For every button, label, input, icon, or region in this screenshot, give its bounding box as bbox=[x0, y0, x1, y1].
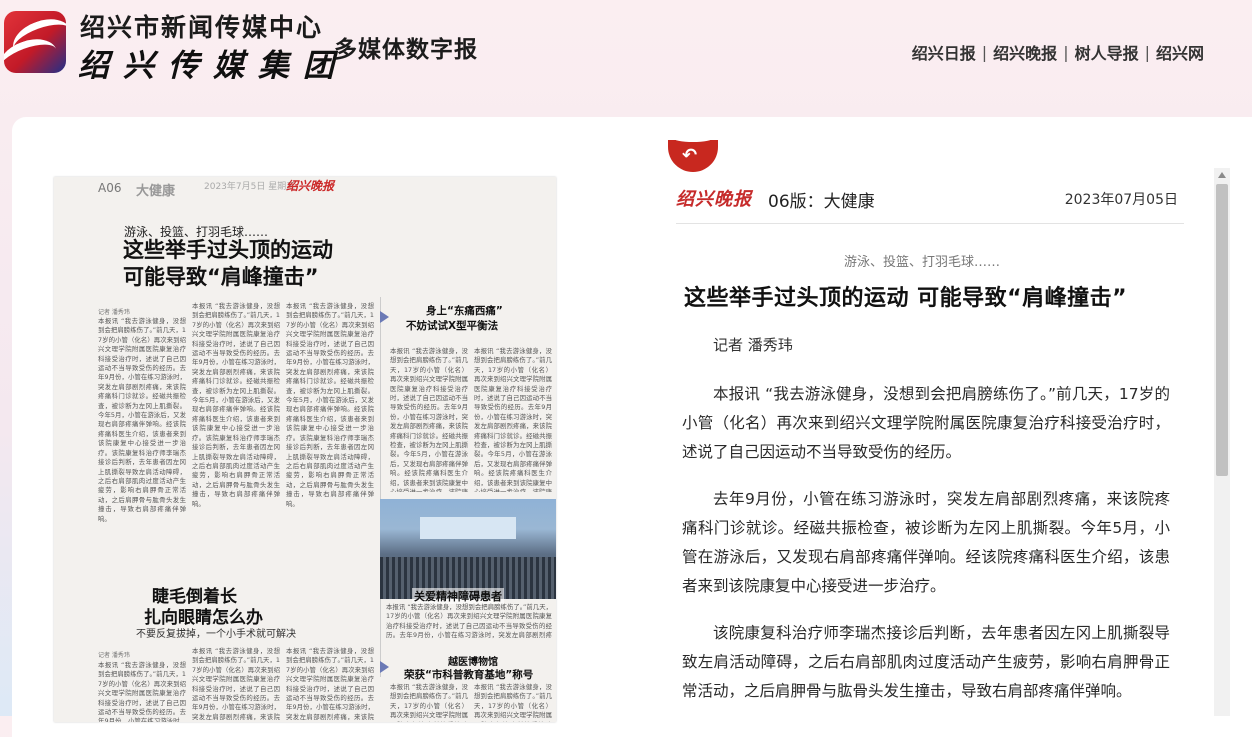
nav-shuren-daobao[interactable]: 树人导报 bbox=[1075, 40, 1139, 64]
nav-separator: | bbox=[1063, 42, 1069, 62]
edition-date: 2023年07月05日 bbox=[1064, 192, 1178, 208]
nav-shaoxing-evening[interactable]: 绍兴晚报 bbox=[993, 40, 1057, 64]
top-nav: 绍兴日报 | 绍兴晚报 | 树人导报 | 绍兴网 bbox=[912, 40, 1204, 64]
scroll-up-icon[interactable] bbox=[1218, 172, 1226, 178]
page-section-label: 大健康 bbox=[136, 184, 176, 199]
article-scrollbar[interactable] bbox=[1214, 168, 1230, 716]
page-mini-logo: 绍兴晚报 bbox=[286, 179, 335, 193]
story2-column-2[interactable]: 本报讯 “我去游泳健身，没想到会把肩膀练伤了。”前几天，17岁的小管（化名）再次… bbox=[192, 647, 280, 722]
page-number: A06 bbox=[98, 181, 122, 195]
article-paragraph: 该院康复科治疗师李瑞杰接诊后判断，去年患者因左冈上肌撕裂导致左肩活动障碍，之后右… bbox=[682, 624, 1170, 700]
page-byline-1: 记者 潘秀玮 bbox=[98, 309, 130, 316]
story2-subheadline[interactable]: 不要反复拔掉，一个小手术就可解决 bbox=[136, 625, 296, 640]
story2-column-1[interactable]: 本报讯 “我去游泳健身，没想到会把肩膀练伤了。”前几天，17岁的小管（化名）再次… bbox=[98, 661, 186, 722]
article-body: 本报讯 “我去游泳健身，没想到会把肩膀练伤了。”前几天，17岁的小管（化名）再次… bbox=[682, 380, 1170, 724]
side2-headline-line2[interactable]: 荣获“市科普教育基地”称号 bbox=[404, 667, 533, 682]
photo-caption: 关爱精神障碍患者 bbox=[412, 588, 504, 604]
conference-photo[interactable] bbox=[380, 499, 556, 599]
media-group-logo-icon[interactable] bbox=[4, 11, 66, 73]
side2-column-2[interactable]: 本报讯 “我去游泳健身，没想到会把肩膀练伤了。”前几天，17岁的小管（化名）再次… bbox=[474, 683, 552, 722]
page-date-strip: 2023年7月5日 星期三 bbox=[204, 182, 296, 192]
side1-arrow-icon bbox=[380, 311, 389, 323]
article-paragraph: 去年9月份，小管在练习游泳时，突发左肩部剧烈疼痛，来该院疼痛科门诊就诊。经磁共振… bbox=[682, 490, 1170, 595]
page-byline-2: 记者 潘秀玮 bbox=[98, 652, 130, 659]
back-button[interactable]: ↶ bbox=[668, 134, 718, 172]
photo-caption-text: 本报讯 “我去游泳健身，没想到会把肩膀练伤了。”前几天，17岁的小管（化名）再次… bbox=[386, 603, 552, 639]
org-brand: 绍兴传媒集团 bbox=[78, 48, 348, 84]
paper-logo: 绍兴晚报 bbox=[676, 189, 752, 210]
scrollbar-thumb[interactable] bbox=[1216, 184, 1228, 476]
newspaper-page-image[interactable]: A06 大健康 2023年7月5日 星期三 绍兴晚报 游泳、投篮、打羽毛球…… … bbox=[54, 177, 556, 722]
page-column-3[interactable]: 本报讯 “我去游泳健身，没想到会把肩膀练伤了。”前几天，17岁的小管（化名）再次… bbox=[286, 302, 374, 567]
article-kicker: 游泳、投篮、打羽毛球…… bbox=[844, 255, 1001, 270]
side1-column-2[interactable]: 本报讯 “我去游泳健身，没想到会把肩膀练伤了。”前几天，17岁的小管（化名）再次… bbox=[474, 347, 552, 492]
site-header: 绍兴市新闻传媒中心 绍兴传媒集团 多媒体数字报 绍兴日报 | 绍兴晚报 | 树人… bbox=[0, 0, 1252, 100]
article-byline: 记者 潘秀玮 bbox=[713, 336, 793, 354]
page-column-2[interactable]: 本报讯 “我去游泳健身，没想到会把肩膀练伤了。”前几天，17岁的小管（化名）再次… bbox=[192, 302, 280, 567]
article-paragraph: 本报讯 “我去游泳健身，没想到会把肩膀练伤了。”前几天，17岁的小管（化名）再次… bbox=[682, 385, 1170, 461]
article-title: 这些举手过头顶的运动 可能导致“肩峰撞击” bbox=[684, 286, 1128, 311]
side1-headline-line2[interactable]: 不妨试试X型平衡法 bbox=[406, 318, 498, 333]
org-name: 绍兴市新闻传媒中心 bbox=[80, 13, 324, 42]
site-title: 多媒体数字报 bbox=[334, 37, 478, 63]
edition-section: 06版：大健康 bbox=[768, 192, 875, 212]
page-headline-main[interactable]: 这些举手过头顶的运动 可能导致“肩峰撞击” bbox=[123, 237, 413, 291]
page-column-1[interactable]: 本报讯 “我去游泳健身，没想到会把肩膀练伤了。”前几天，17岁的小管（化名）再次… bbox=[98, 317, 186, 567]
side2-headline-line1[interactable]: 越医博物馆 bbox=[448, 653, 498, 668]
reader-header: 绍兴晚报 06版：大健康 2023年07月05日 bbox=[676, 185, 1184, 224]
nav-shaoxing-daily[interactable]: 绍兴日报 bbox=[912, 40, 976, 64]
side1-column-1[interactable]: 本报讯 “我去游泳健身，没想到会把肩膀练伤了。”前几天，17岁的小管（化名）再次… bbox=[390, 347, 468, 492]
nav-shaoxing-net[interactable]: 绍兴网 bbox=[1156, 40, 1204, 64]
page-headline-line1: 这些举手过头顶的运动 bbox=[123, 238, 333, 262]
page-divider bbox=[380, 297, 381, 677]
nav-separator: | bbox=[1144, 42, 1150, 62]
nav-separator: | bbox=[981, 42, 988, 62]
side2-arrow-icon bbox=[380, 661, 389, 673]
side2-column-1[interactable]: 本报讯 “我去游泳健身，没想到会把肩膀练伤了。”前几天，17岁的小管（化名）再次… bbox=[390, 683, 468, 722]
story2-column-3[interactable]: 本报讯 “我去游泳健身，没想到会把肩膀练伤了。”前几天，17岁的小管（化名）再次… bbox=[286, 647, 374, 722]
side1-headline-line1[interactable]: 身上“东痛西痛” bbox=[426, 303, 503, 318]
back-arrow-icon: ↶ bbox=[682, 145, 698, 166]
page-headline-line2: 可能导致“肩峰撞击” bbox=[123, 265, 319, 289]
